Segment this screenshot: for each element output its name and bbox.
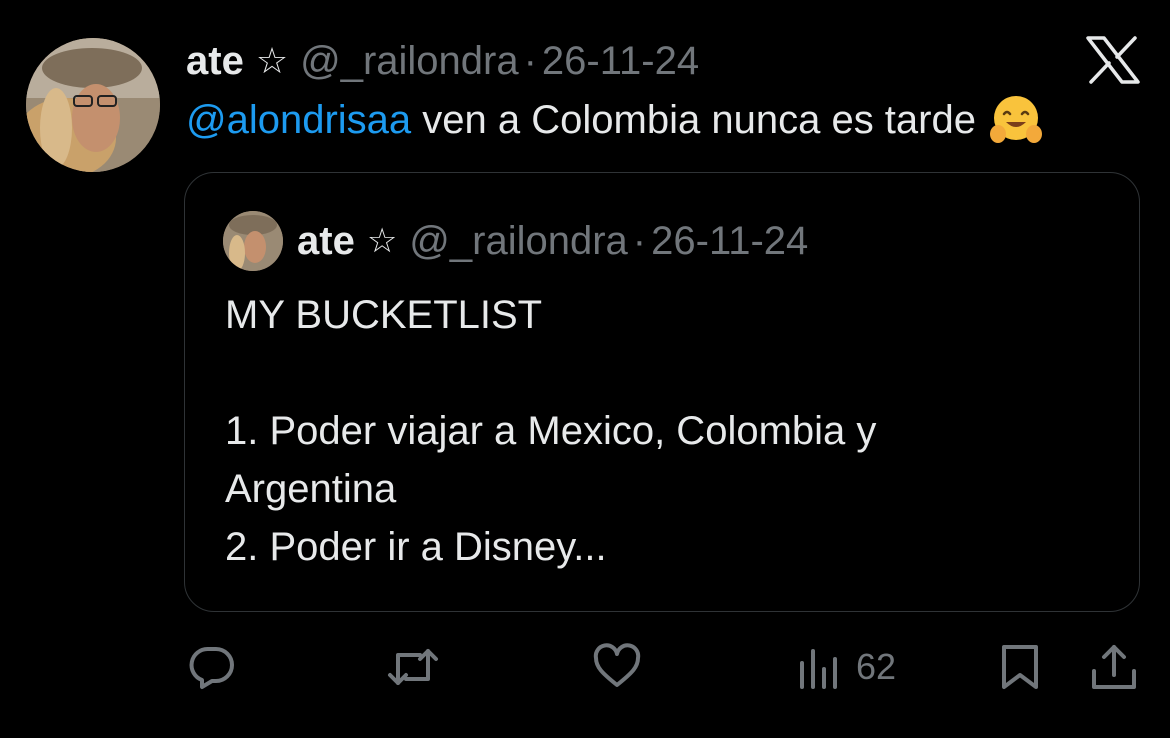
mention-link[interactable]: @alondrisaa (186, 95, 411, 145)
quoted-text-line: MY BUCKETLIST (225, 293, 543, 337)
tweet-header: ate ☆ @_railondra · 26-11-24 (186, 36, 699, 86)
quoted-text-line: 2. Poder ir a Disney... (225, 525, 607, 569)
action-bar: 62 (0, 640, 1170, 694)
bookmark-button[interactable] (998, 640, 1042, 694)
tweet-card[interactable]: ate ☆ @_railondra · 26-11-24 @alondrisaa… (0, 0, 1170, 738)
quoted-header: ate ☆ @_railondra · 26-11-24 (297, 217, 808, 265)
quoted-author-handle[interactable]: @_railondra (409, 219, 628, 264)
tweet-body: ven a Colombia nunca es tarde (411, 98, 976, 142)
author-avatar[interactable] (26, 38, 160, 172)
tweet-text: @alondrisaa ven a Colombia nunca es tard… (186, 94, 1042, 146)
views-icon (800, 649, 837, 689)
heart-icon (593, 643, 641, 687)
bookmark-icon (1002, 645, 1038, 689)
quoted-star-symbol: ☆ (366, 221, 398, 261)
quoted-text-line: 1. Poder viajar a Mexico, Colombia y (225, 409, 877, 453)
quoted-text-line: Argentina (225, 467, 397, 511)
quoted-author-name[interactable]: ate (297, 219, 355, 264)
views-button[interactable]: 62 (796, 640, 896, 694)
share-button[interactable] (1090, 640, 1138, 694)
reply-button[interactable] (188, 640, 236, 694)
star-symbol: ☆ (255, 40, 289, 82)
quoted-separator-dot: · (632, 218, 647, 263)
reply-icon (189, 646, 234, 689)
retweet-button[interactable] (386, 640, 440, 694)
share-icon (1092, 645, 1136, 689)
separator-dot: · (523, 38, 537, 83)
author-handle[interactable]: @_railondra (300, 39, 519, 84)
retweet-icon (388, 649, 438, 685)
x-logo-icon (1086, 36, 1140, 84)
author-name[interactable]: ate (186, 39, 244, 84)
tweet-date[interactable]: 26-11-24 (542, 39, 699, 84)
quoted-date[interactable]: 26-11-24 (651, 219, 808, 264)
quoted-author-avatar[interactable] (223, 211, 283, 271)
quoted-tweet[interactable]: ate ☆ @_railondra · 26-11-24 MY BUCKETLI… (184, 172, 1140, 612)
like-button[interactable] (592, 640, 642, 694)
hugging-face-emoji (989, 94, 1042, 146)
views-count: 62 (856, 646, 897, 687)
